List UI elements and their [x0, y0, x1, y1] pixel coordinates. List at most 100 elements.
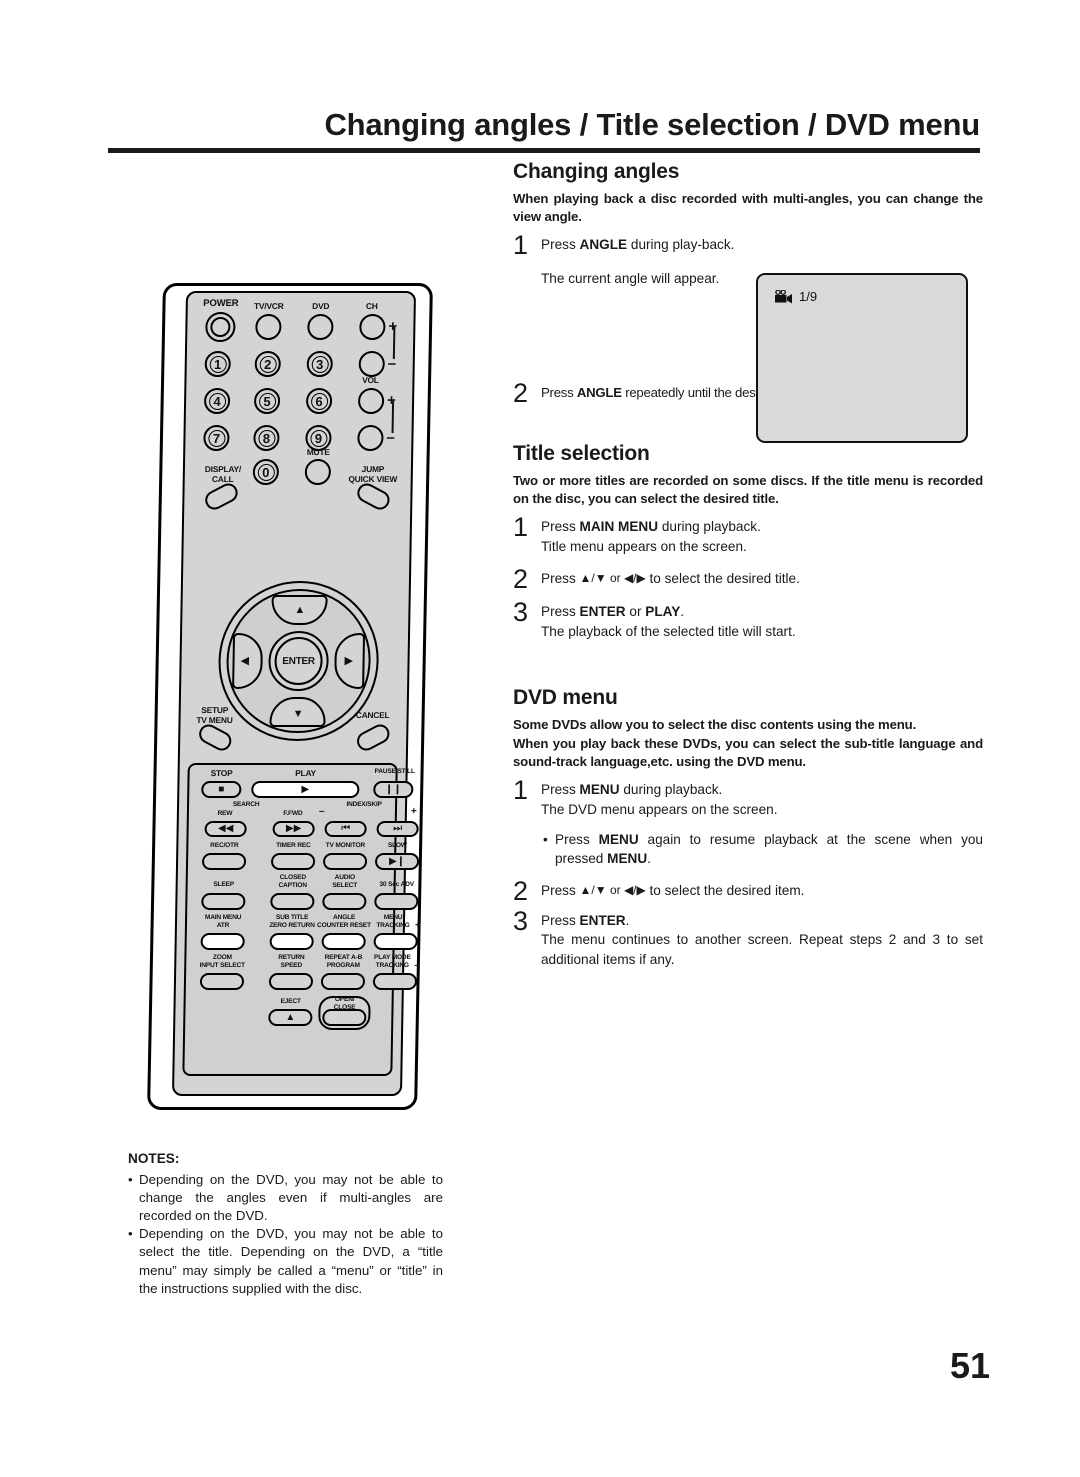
play-mode-tracking-down-button[interactable] [372, 973, 418, 990]
angle-label-line2: COUNTER RESET [316, 922, 371, 929]
eject-button[interactable]: ▲ [268, 1009, 313, 1026]
channel-down-button[interactable] [358, 351, 385, 377]
number-label: 3 [315, 356, 324, 372]
note-text: Depending on the DVD, you may not be abl… [139, 1171, 443, 1224]
play-button[interactable]: ▶ [251, 781, 360, 798]
arrow-up-icon: ▲ [294, 604, 306, 616]
skip-back-icon: ⏮ [341, 823, 351, 834]
remote-inner: POWER TV/VCR DVD CH + 1 2 3 – 4 5 6 VOL … [174, 293, 421, 1094]
slow-icon: ▶❙ [388, 855, 406, 867]
step-item: 1 Press MAIN MENU during playback. Title… [513, 514, 983, 556]
number-button-1[interactable]: 1 [204, 351, 231, 377]
tv-vcr-button[interactable] [255, 314, 282, 340]
step-text-pre: Press [541, 912, 580, 928]
number-label: 0 [262, 464, 270, 480]
main-menu-atr-button[interactable] [200, 933, 245, 950]
step-text-post: . [680, 604, 685, 620]
arrow-keys-icon: ▲/▼ or ◀/▶ [579, 570, 646, 585]
number-button-4[interactable]: 4 [203, 388, 231, 414]
power-button[interactable] [205, 312, 236, 342]
step-text-post: . [625, 912, 630, 928]
ch-label: CH [365, 301, 378, 311]
dvd-button[interactable] [307, 314, 334, 340]
step-text-pre: Press [541, 570, 580, 586]
repeat-ab-program-button[interactable] [320, 973, 366, 990]
display-call-button[interactable] [201, 480, 241, 513]
rewind-button[interactable]: ◀◀ [204, 821, 247, 837]
step-text-line2: The DVD menu appears on the screen. [541, 802, 778, 818]
step-text-line2: Title menu appears on the screen. [541, 538, 747, 554]
number-button-2[interactable]: 2 [254, 351, 281, 377]
step-text-post: during playback. [658, 519, 761, 535]
tracking-minus-label: – [414, 960, 420, 971]
transport-panel: STOP ■ PLAY ▶ PAUSE/STILL ❙❙ SEARCH REW … [182, 763, 421, 1076]
step-text-bold: MENU [579, 782, 620, 798]
menu-label-line1: MENU [383, 914, 403, 921]
step-item: 2 Press ▲/▼ or ◀/▶ to select the desired… [513, 565, 983, 593]
sub-title-zero-return-button[interactable] [269, 933, 314, 950]
note-bullet-menu: • Press MENU again to resume playback at… [543, 830, 983, 869]
step-text-bold: MAIN MENU [579, 519, 659, 535]
index-skip-forward-button[interactable]: ⏭ [376, 821, 419, 837]
skip-forward-icon: ⏭ [393, 823, 403, 834]
pause-still-button[interactable]: ❙❙ [373, 781, 414, 798]
arrow-left-icon: ◀ [240, 655, 250, 667]
page-header: Changing angles / Title selection / DVD … [108, 107, 980, 154]
step-text-line2: The current angle will appear. [541, 270, 720, 286]
main-menu-label-line1: MAIN MENU [204, 914, 242, 921]
volume-up-button[interactable] [357, 388, 385, 414]
number-button-6[interactable]: 6 [305, 388, 333, 414]
return-speed-button[interactable] [268, 973, 314, 990]
index-minus-label: – [318, 806, 325, 817]
step-text-post: to select the desired item. [645, 883, 805, 899]
audio-select-button[interactable] [322, 893, 367, 910]
number-label: 8 [262, 430, 271, 446]
30-sec-adv-label: 30 Sec ADV [379, 881, 414, 888]
number-button-8[interactable]: 8 [253, 425, 280, 451]
repeat-ab-label-line1: REPEAT A-B [324, 954, 363, 961]
step-item: 3 Press ENTER. The menu continues to ano… [513, 907, 983, 970]
angle-label-line1: ANGLE [332, 914, 356, 921]
number-button-5[interactable]: 5 [253, 388, 281, 414]
slow-button[interactable]: ▶❙ [374, 853, 420, 870]
step-number: 3 [513, 597, 529, 628]
jump-quick-view-button[interactable] [353, 480, 393, 513]
pause-icon: ❙❙ [384, 783, 402, 795]
channel-up-button[interactable] [359, 314, 386, 340]
index-skip-back-button[interactable]: ⏮ [324, 821, 367, 837]
section-heading-changing-angles: Changing angles [513, 160, 680, 183]
menu-tracking-up-button[interactable] [373, 933, 418, 950]
tv-monitor-button[interactable] [322, 853, 368, 870]
fast-forward-button[interactable]: ▶▶ [272, 821, 315, 837]
step-text-post: during playback. [619, 782, 723, 798]
step-text-bold: ANGLE [576, 384, 622, 400]
eject-label: EJECT [280, 998, 301, 1005]
angle-counter-reset-button[interactable] [321, 933, 366, 950]
zoom-label-line1: ZOOM [212, 954, 232, 961]
section-heading-dvd-menu: DVD menu [513, 685, 618, 709]
cancel-label: CANCEL [355, 710, 390, 720]
mute-button[interactable] [304, 459, 332, 485]
note-item: • Depending on the DVD, you may not be a… [128, 1171, 443, 1226]
timer-rec-button[interactable] [270, 853, 316, 870]
rewind-icon: ◀◀ [217, 823, 234, 834]
rec-otr-button[interactable] [201, 853, 247, 870]
step-item: 3 Press ENTER or PLAY. The playback of t… [513, 597, 983, 641]
step-text-line2: The playback of the selected title will … [541, 623, 796, 639]
number-button-0[interactable]: 0 [252, 459, 280, 485]
bullet-dot-icon: • [128, 1171, 133, 1187]
volume-down-button[interactable] [357, 425, 384, 451]
bullet-text-post: . [647, 851, 651, 867]
zoom-input-select-button[interactable] [199, 973, 245, 990]
closed-caption-button[interactable] [270, 893, 315, 910]
sleep-button[interactable] [201, 893, 246, 910]
30-sec-adv-button[interactable] [374, 893, 419, 910]
step-body: Press ▲/▼ or ◀/▶ to select the desired i… [541, 881, 983, 901]
number-button-3[interactable]: 3 [306, 351, 333, 377]
rec-otr-label: REC/OTR [210, 842, 239, 849]
stop-button[interactable]: ■ [201, 781, 242, 798]
play-mode-tracking-label-line2: TRACKING [375, 962, 409, 969]
open-close-button[interactable] [322, 1009, 367, 1026]
number-button-7[interactable]: 7 [203, 425, 230, 451]
step-text-pre: Press [541, 384, 577, 400]
